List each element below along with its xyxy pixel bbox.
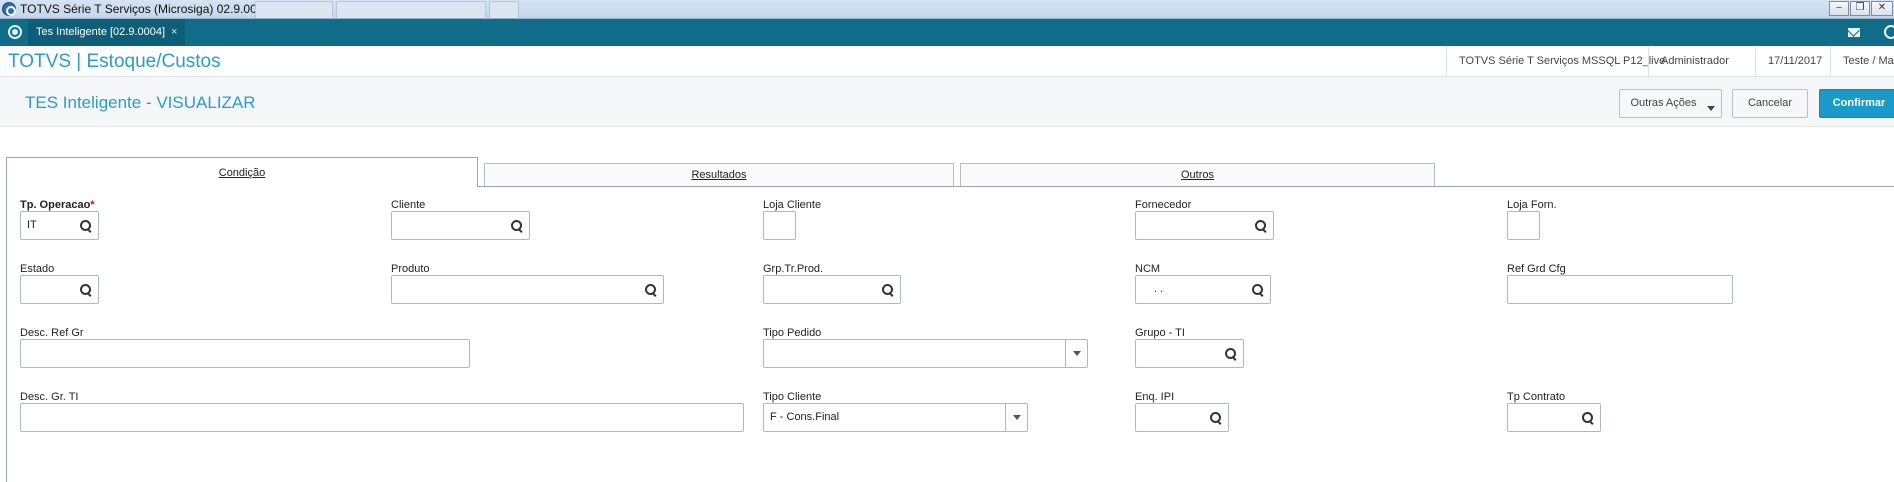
condition-form: Tp. Operacao* IT Cliente Loja Cliente Fo…	[6, 187, 1894, 482]
user-info: Administrador	[1648, 46, 1729, 77]
search-icon[interactable]	[882, 284, 894, 296]
tp-operacao-field[interactable]: IT	[20, 211, 99, 240]
grp-tr-prod-field[interactable]	[763, 275, 901, 304]
tab-resultados[interactable]: Resultados	[484, 163, 954, 187]
tab-tes-inteligente[interactable]: Tes Inteligente [02.9.0004] ×	[28, 19, 186, 46]
module-brand: TOTVS | Estoque/Custos	[8, 51, 221, 72]
search-icon[interactable]	[1210, 412, 1222, 424]
estado-field[interactable]	[20, 275, 99, 304]
page-toolbar: TES Inteligente - VISUALIZAR Outras Açõe…	[0, 77, 1894, 127]
tipo-pedido-label: Tipo Pedido	[763, 327, 822, 339]
loja-forn-field[interactable]	[1507, 211, 1540, 240]
estado-label: Estado	[20, 263, 55, 275]
search-icon[interactable]	[1225, 348, 1237, 360]
tp-contrato-field[interactable]	[1507, 403, 1601, 432]
cancel-button[interactable]: Cancelar	[1732, 89, 1808, 118]
chevron-down-icon[interactable]	[1065, 340, 1087, 367]
search-icon[interactable]	[80, 220, 92, 232]
tipo-cliente-label: Tipo Cliente	[763, 391, 822, 403]
other-actions-label: Outras Ações	[1630, 97, 1697, 109]
ncm-value: . .	[1154, 283, 1164, 295]
tp-operacao-value: IT	[27, 219, 37, 231]
app-tab-bar: Tes Inteligente [02.9.0004] ×	[0, 19, 1894, 46]
desc-gr-ti-field[interactable]	[20, 403, 744, 432]
tab-close-icon[interactable]: ×	[171, 26, 177, 38]
search-icon[interactable]	[645, 284, 657, 296]
minimize-button[interactable]: ‒	[1829, 1, 1849, 16]
tipo-cliente-value: F - Cons.Final	[770, 411, 840, 423]
desc-ref-gr-field[interactable]	[20, 339, 470, 368]
home-icon[interactable]	[8, 25, 22, 39]
enq-ipi-field[interactable]	[1135, 403, 1229, 432]
search-icon[interactable]	[80, 284, 92, 296]
cliente-field[interactable]	[391, 211, 530, 240]
other-actions-button[interactable]: Outras Ações	[1619, 89, 1722, 118]
search-icon[interactable]	[1255, 220, 1267, 232]
environment-info: TOTVS Série T Serviços MSSQL P12_live	[1446, 46, 1665, 77]
enq-ipi-label: Enq. IPI	[1135, 391, 1175, 403]
ref-grd-cfg-field[interactable]	[1507, 275, 1733, 304]
chevron-down-icon[interactable]	[1005, 404, 1027, 431]
totvs-app-icon	[2, 2, 16, 16]
fornecedor-field[interactable]	[1135, 211, 1274, 240]
grupo-ti-label: Grupo - TI	[1135, 327, 1185, 339]
loja-cliente-field[interactable]	[763, 211, 796, 240]
tab-condicao[interactable]: Condição	[6, 157, 478, 187]
desc-ref-gr-label: Desc. Ref Gr	[20, 327, 84, 339]
background-browser-tab	[336, 1, 486, 18]
confirm-button[interactable]: Confirmar	[1819, 89, 1894, 118]
tipo-cliente-select[interactable]: F - Cons.Final	[763, 403, 1028, 432]
background-browser-tab	[255, 1, 333, 18]
mail-icon[interactable]	[1848, 28, 1860, 37]
window-title: TOTVS Série T Serviços (Microsiga) 02.9.…	[20, 2, 271, 16]
search-icon[interactable]	[1252, 284, 1264, 296]
date-info: 17/11/2017	[1755, 46, 1822, 77]
loja-forn-label: Loja Forn.	[1507, 199, 1557, 211]
user-menu-icon[interactable]	[1884, 25, 1894, 39]
required-marker: *	[90, 199, 95, 211]
cliente-label: Cliente	[391, 199, 426, 211]
close-button[interactable]: ✕	[1871, 1, 1893, 16]
ncm-field[interactable]: . .	[1135, 275, 1271, 304]
loja-cliente-label: Loja Cliente	[763, 199, 822, 211]
page-title: TES Inteligente - VISUALIZAR	[25, 93, 256, 112]
restore-button[interactable]: ❐	[1850, 1, 1870, 16]
produto-field[interactable]	[391, 275, 664, 304]
fornecedor-label: Fornecedor	[1135, 199, 1192, 211]
produto-label: Produto	[391, 263, 430, 275]
grp-tr-prod-label: Grp.Tr.Prod.	[763, 263, 824, 275]
desc-gr-ti-label: Desc. Gr. TI	[20, 391, 79, 403]
module-header: TOTVS | Estoque/Custos TOTVS Série T Ser…	[0, 46, 1894, 77]
ref-grd-cfg-label: Ref Grd Cfg	[1507, 263, 1566, 275]
chevron-down-icon	[1707, 106, 1715, 111]
search-icon[interactable]	[511, 220, 523, 232]
tipo-pedido-select[interactable]	[763, 339, 1088, 368]
search-icon[interactable]	[1582, 412, 1594, 424]
branch-info: Teste / Mat	[1830, 46, 1894, 77]
tp-contrato-label: Tp Contrato	[1507, 391, 1566, 403]
ncm-label: NCM	[1135, 263, 1161, 275]
window-title-bar: TOTVS Série T Serviços (Microsiga) 02.9.…	[0, 0, 1894, 19]
tab-label: Tes Inteligente [02.9.0004]	[36, 26, 166, 38]
grupo-ti-field[interactable]	[1135, 339, 1244, 368]
tp-operacao-label: Tp. Operacao*	[20, 199, 95, 211]
tab-outros[interactable]: Outros	[960, 163, 1435, 187]
background-browser-tab	[489, 1, 519, 18]
